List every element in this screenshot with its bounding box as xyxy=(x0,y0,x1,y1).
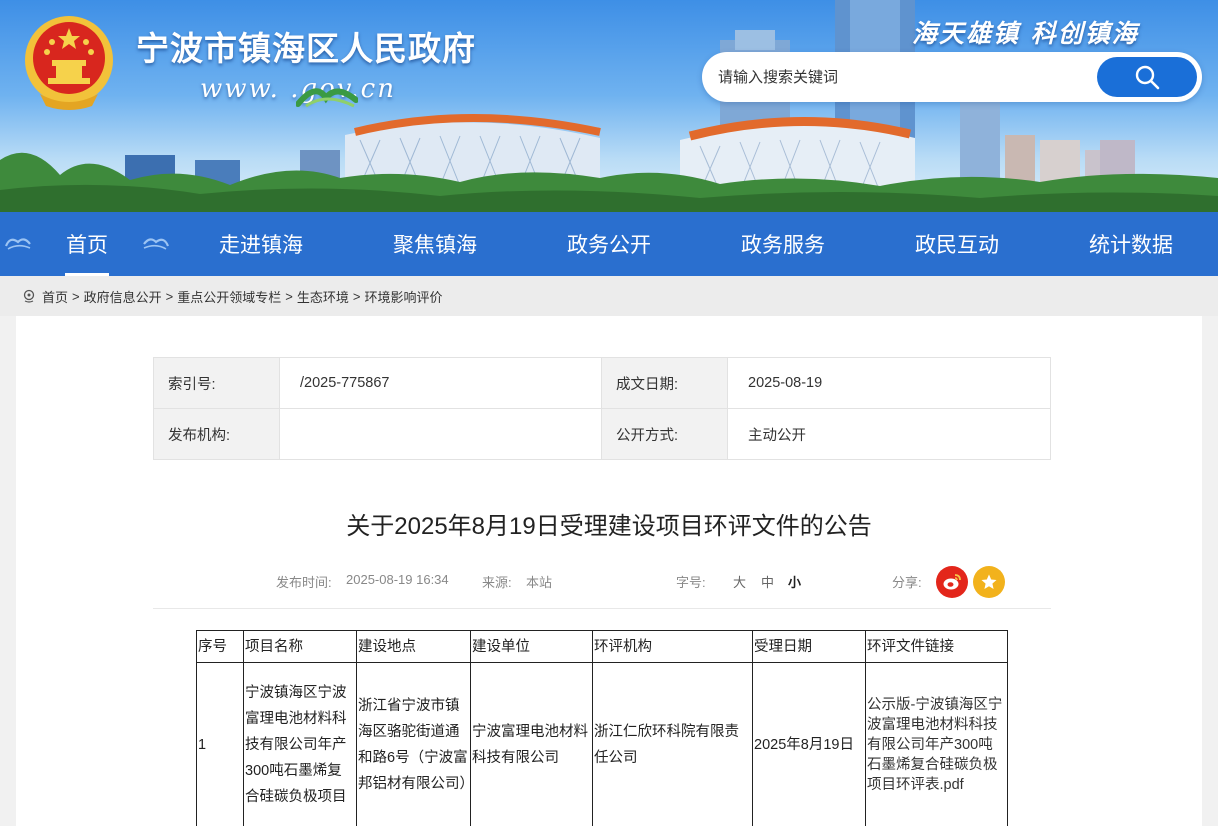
mode-label: 公开方式: xyxy=(601,408,728,460)
date-value: 2025-08-19 xyxy=(727,357,1051,409)
meta-info-table: 索引号: /2025-775867 成文日期: 2025-08-19 发布机构:… xyxy=(153,357,1051,460)
col-header-location: 建设地点 xyxy=(356,630,471,663)
site-slogan: 海天雄镇 科创镇海 xyxy=(912,19,1139,48)
cloud-ornament-icon xyxy=(143,238,170,250)
article-info-bar: 发布时间: 2025-08-19 16:34 来源: 本站 字号: 大 中 小 … xyxy=(16,566,1202,598)
col-header-builder: 建设单位 xyxy=(470,630,593,663)
search-icon xyxy=(1135,65,1160,90)
zh-logo-icon xyxy=(296,88,358,108)
index-value: /2025-775867 xyxy=(279,357,602,409)
breadcrumb-eia[interactable]: 环境影响评价 xyxy=(364,287,442,306)
breadcrumb-separator: > xyxy=(72,288,80,304)
col-header-no: 序号 xyxy=(196,630,244,663)
search-button[interactable] xyxy=(1097,57,1197,97)
cell-location: 浙江省宁波市镇海区骆驼街道通和路6号（宁波富邦铝材有限公司） xyxy=(356,662,474,826)
project-table: 序号 项目名称 建设地点 建设单位 环评机构 受理日期 环评文件链接 1 宁波镇… xyxy=(196,630,1008,826)
nav-item-open-gov[interactable]: 政务公开 xyxy=(522,212,696,276)
nav-item-interaction[interactable]: 政民互动 xyxy=(870,212,1044,276)
weibo-share-button[interactable] xyxy=(936,566,968,598)
search-box xyxy=(702,52,1202,102)
article-title: 关于2025年8月19日受理建设项目环评文件的公告 xyxy=(346,513,872,540)
location-pin-icon xyxy=(22,289,36,303)
col-header-agency: 环评机构 xyxy=(592,630,753,663)
index-label: 索引号: xyxy=(153,357,280,409)
mode-value: 主动公开 xyxy=(727,408,1051,460)
source-value: 本站 xyxy=(526,575,553,590)
nav-item-focus[interactable]: 聚焦镇海 xyxy=(348,212,522,276)
col-header-link: 环评文件链接 xyxy=(865,630,1008,663)
breadcrumb-separator: > xyxy=(352,288,361,304)
nav-item-statistics[interactable]: 统计数据 xyxy=(1044,212,1218,276)
nav-item-home[interactable]: 首页 xyxy=(0,212,174,276)
search-input[interactable] xyxy=(718,62,1088,92)
source-label: 来源: xyxy=(482,575,512,590)
table-row: 1 宁波镇海区宁波富理电池材料科技有限公司年产300吨石墨烯复合硅碳负极项目 浙… xyxy=(196,662,1008,826)
publish-time: 2025-08-19 16:34 xyxy=(346,572,449,587)
content-panel: 索引号: /2025-775867 成文日期: 2025-08-19 发布机构:… xyxy=(16,316,1202,826)
breadcrumb-ecology[interactable]: 生态环境 xyxy=(297,287,349,306)
font-size-label: 字号: xyxy=(676,575,706,590)
breadcrumb-separator: > xyxy=(285,288,293,304)
table-header-row: 序号 项目名称 建设地点 建设单位 环评机构 受理日期 环评文件链接 xyxy=(196,630,1008,663)
date-label: 成文日期: xyxy=(601,357,728,409)
org-value xyxy=(279,408,602,460)
site-title[interactable]: 宁波市镇海区人民政府 xyxy=(136,22,476,70)
nav-item-label: 首页 xyxy=(66,234,108,257)
cell-date: 2025年8月19日 xyxy=(752,662,866,826)
publish-label: 发布时间: xyxy=(276,575,332,590)
breadcrumb: 首页 > 政府信息公开 > 重点公开领域专栏 > 生态环境 > 环境影响评价 xyxy=(0,276,1218,316)
nav-item-services[interactable]: 政务服务 xyxy=(696,212,870,276)
cell-agency: 浙江仁欣环科院有限责任公司 xyxy=(592,662,753,826)
cell-name: 宁波镇海区宁波富理电池材料科技有限公司年产300吨石墨烯复合硅碳负极项目 xyxy=(243,662,357,826)
font-size-medium[interactable]: 中 xyxy=(761,572,774,591)
breadcrumb-gov-info[interactable]: 政府信息公开 xyxy=(84,287,162,306)
nav-item-about[interactable]: 走进镇海 xyxy=(174,212,348,276)
breadcrumb-key-areas[interactable]: 重点公开领域专栏 xyxy=(177,287,281,306)
star-icon xyxy=(981,574,997,589)
main-nav: 首页 走进镇海 聚焦镇海 政务公开 政务服务 政民互动 统计数据 xyxy=(0,212,1218,276)
breadcrumb-home[interactable]: 首页 xyxy=(42,287,68,306)
weibo-icon xyxy=(943,574,961,590)
favorite-share-button[interactable] xyxy=(973,566,1005,598)
cell-builder: 宁波富理电池材料科技有限公司 xyxy=(470,662,593,826)
header-banner: 宁波市镇海区人民政府 www. .gov.cn 海天雄镇 科创镇海 xyxy=(0,0,1218,212)
col-header-name: 项目名称 xyxy=(243,630,357,663)
cell-file-link[interactable]: 公示版-宁波镇海区宁波富理电池材料科技有限公司年产300吨石墨烯复合硅碳负极项目… xyxy=(865,662,1008,826)
article-divider xyxy=(153,608,1051,609)
breadcrumb-separator: > xyxy=(165,288,174,304)
font-size-large[interactable]: 大 xyxy=(733,572,746,591)
org-label: 发布机构: xyxy=(153,408,280,460)
share-label: 分享: xyxy=(892,575,922,590)
cell-no: 1 xyxy=(196,662,244,826)
cloud-ornament-icon xyxy=(4,238,31,250)
font-size-small[interactable]: 小 xyxy=(788,572,801,591)
col-header-date: 受理日期 xyxy=(752,630,866,663)
national-emblem-icon xyxy=(25,16,113,110)
